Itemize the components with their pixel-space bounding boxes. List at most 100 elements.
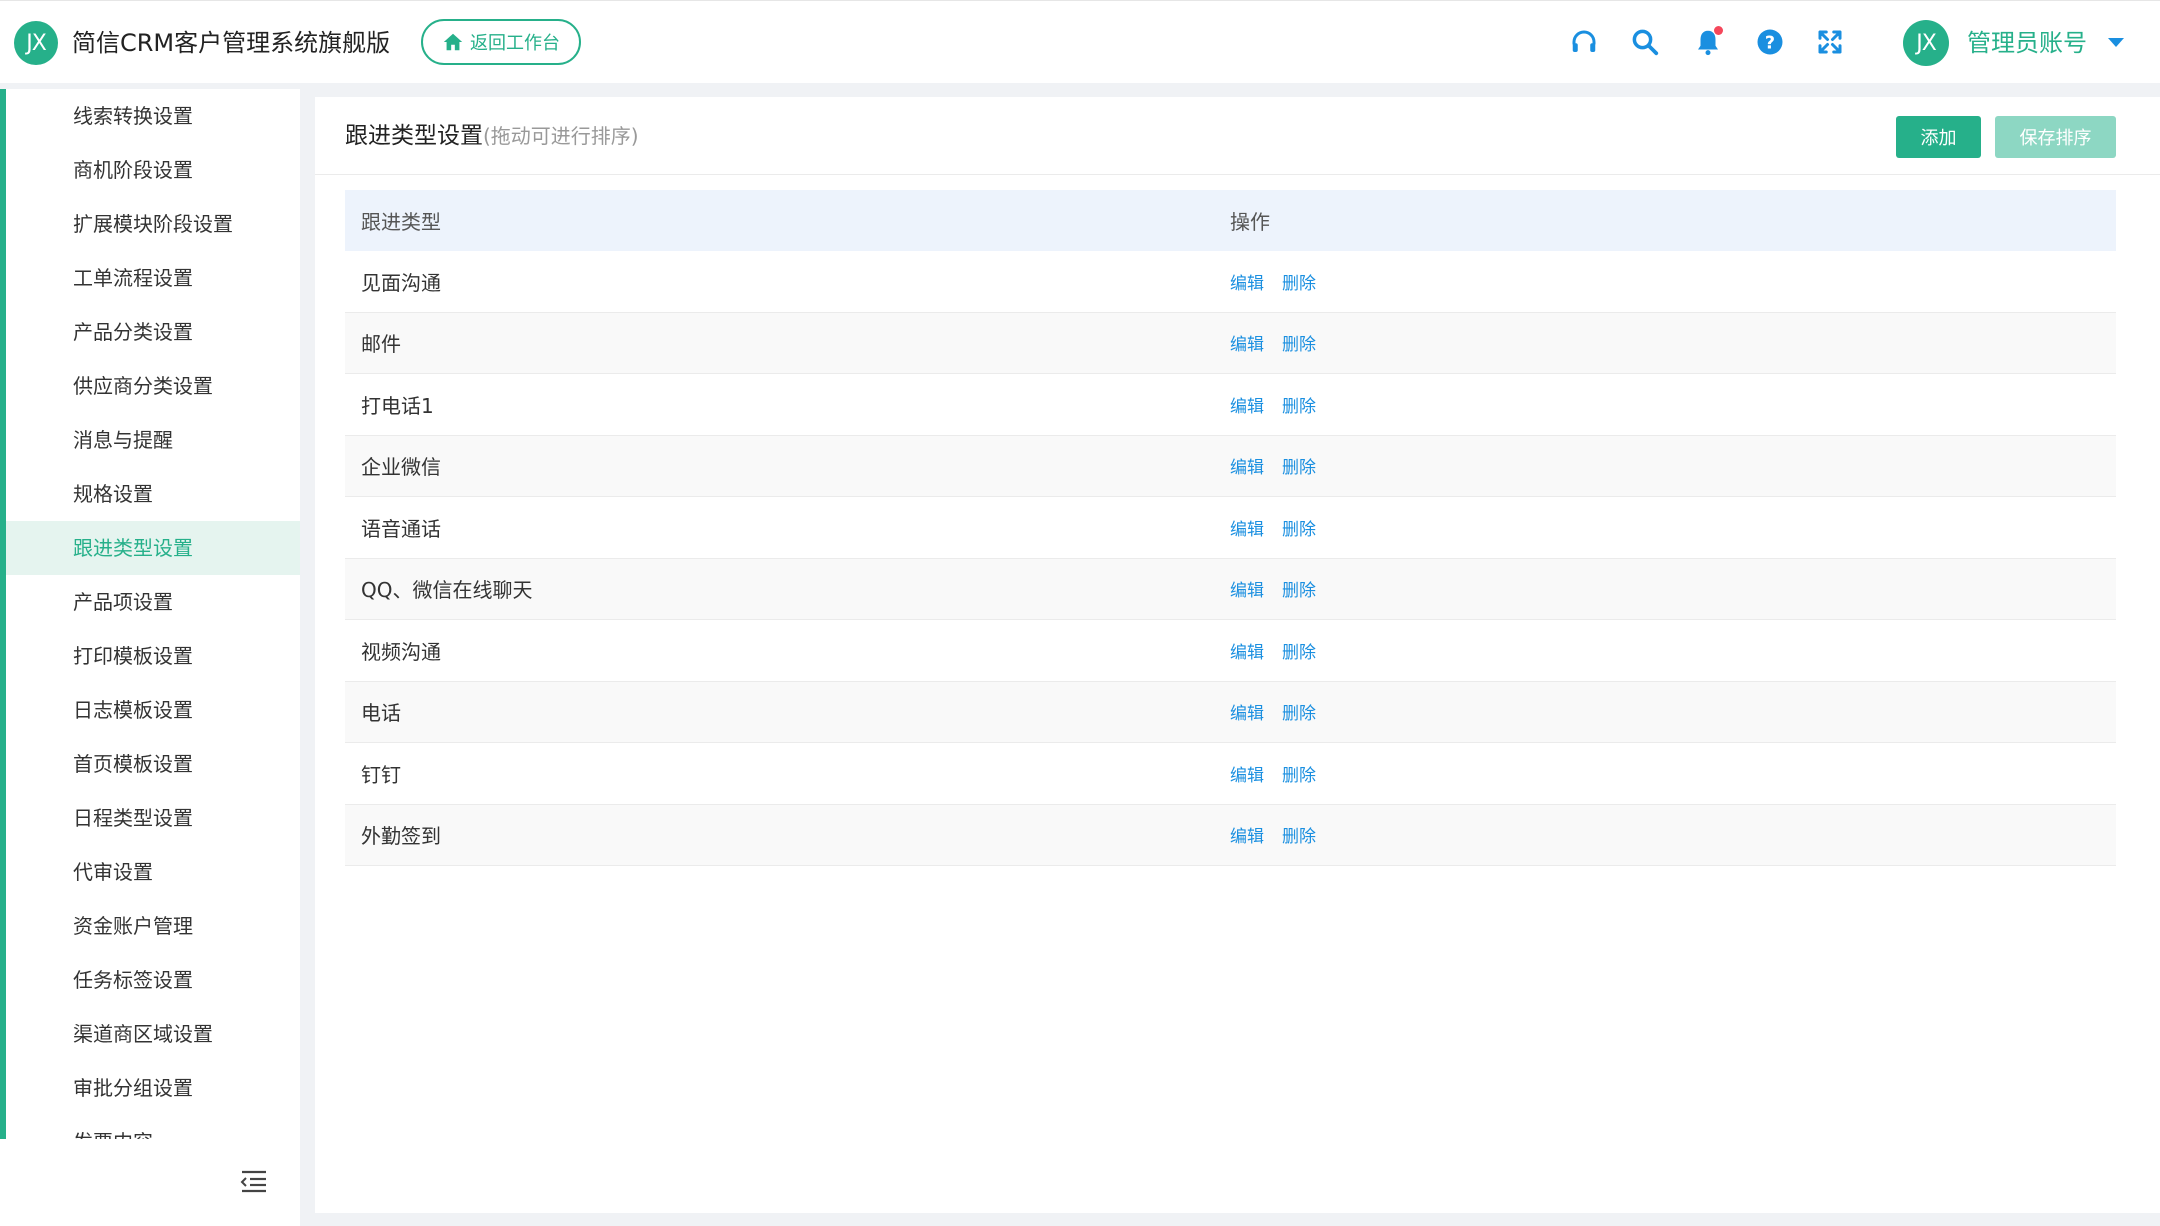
edit-link[interactable]: 编辑	[1230, 392, 1264, 417]
sidebar-item-home-template[interactable]: 首页模板设置	[6, 737, 300, 791]
delete-link[interactable]: 删除	[1282, 392, 1316, 417]
svg-text:?: ?	[1765, 33, 1775, 53]
back-to-workbench-button[interactable]: 返回工作台	[421, 19, 581, 65]
row-actions: 编辑 删除	[1230, 761, 2116, 786]
sidebar-item-task-tags[interactable]: 任务标签设置	[6, 953, 300, 1007]
followup-type-name: 语音通话	[361, 516, 441, 541]
row-actions: 编辑 删除	[1230, 822, 2116, 847]
delete-link[interactable]: 删除	[1282, 269, 1316, 294]
sidebar-item-messages-reminders[interactable]: 消息与提醒	[6, 413, 300, 467]
column-header-actions: 操作	[1230, 210, 1270, 234]
settings-sidebar: 线索转换设置 商机阶段设置 扩展模块阶段设置 工单流程设置 产品分类设置 供应商…	[0, 89, 300, 1226]
search-icon[interactable]	[1628, 25, 1662, 59]
edit-link[interactable]: 编辑	[1230, 761, 1264, 786]
table-header: 跟进类型 操作	[345, 190, 2116, 251]
sidebar-item-proxy-review[interactable]: 代审设置	[6, 845, 300, 899]
edit-link[interactable]: 编辑	[1230, 638, 1264, 663]
sidebar-item-log-template[interactable]: 日志模板设置	[6, 683, 300, 737]
sidebar-item-opportunity-stage[interactable]: 商机阶段设置	[6, 143, 300, 197]
sidebar-item-lead-conversion[interactable]: 线索转换设置	[6, 89, 300, 143]
edit-link[interactable]: 编辑	[1230, 453, 1264, 478]
table-row[interactable]: 邮件 编辑 删除	[345, 312, 2116, 374]
back-to-workbench-label: 返回工作台	[470, 33, 560, 54]
panel-header: 跟进类型设置(拖动可进行排序) 添加 保存排序	[315, 97, 2160, 175]
table-body: 见面沟通 编辑 删除 邮件 编辑 删除 打电话1 编辑 删除 企业微信 编辑 删除 语音通话 编辑 删除 QQ…	[345, 251, 2116, 866]
page-title-text: 跟进类型设置	[345, 123, 483, 149]
followup-type-name: 邮件	[361, 332, 401, 357]
user-name[interactable]: 管理员账号	[1967, 23, 2087, 63]
headset-icon[interactable]	[1567, 25, 1601, 59]
sidebar-item-followup-type[interactable]: 跟进类型设置	[6, 521, 300, 575]
collapse-menu-icon[interactable]	[239, 1169, 269, 1193]
followup-type-name: 电话	[361, 701, 401, 726]
edit-link[interactable]: 编辑	[1230, 576, 1264, 601]
sidebar-item-channel-region[interactable]: 渠道商区域设置	[6, 1007, 300, 1061]
row-actions: 编辑 删除	[1230, 269, 2116, 294]
delete-link[interactable]: 删除	[1282, 330, 1316, 355]
help-icon[interactable]: ?	[1753, 25, 1787, 59]
row-actions: 编辑 删除	[1230, 576, 2116, 601]
app-title: 简信CRM客户管理系统旗舰版	[72, 29, 391, 57]
app-logo: JX	[14, 21, 58, 65]
notification-dot	[1714, 26, 1723, 35]
sidebar-item-invoice-content[interactable]: 发票内容	[6, 1115, 300, 1139]
table-row[interactable]: 打电话1 编辑 删除	[345, 374, 2116, 436]
followup-type-table: 跟进类型 操作 见面沟通 编辑 删除 邮件 编辑 删除 打电话1 编辑 删除 企业微信 编辑 删除 语音…	[345, 190, 2116, 866]
table-row[interactable]: 企业微信 编辑 删除	[345, 435, 2116, 497]
fullscreen-icon[interactable]	[1813, 25, 1847, 59]
home-icon	[443, 33, 463, 51]
edit-link[interactable]: 编辑	[1230, 699, 1264, 724]
row-actions: 编辑 删除	[1230, 638, 2116, 663]
save-sort-button[interactable]: 保存排序	[1995, 116, 2116, 158]
sidebar-item-ticket-flow[interactable]: 工单流程设置	[6, 251, 300, 305]
sidebar-item-product-category[interactable]: 产品分类设置	[6, 305, 300, 359]
row-actions: 编辑 删除	[1230, 515, 2116, 540]
delete-link[interactable]: 删除	[1282, 761, 1316, 786]
delete-link[interactable]: 删除	[1282, 638, 1316, 663]
followup-type-name: 见面沟通	[361, 270, 441, 295]
row-actions: 编辑 删除	[1230, 699, 2116, 724]
table-row[interactable]: 见面沟通 编辑 删除	[345, 251, 2116, 313]
delete-link[interactable]: 删除	[1282, 576, 1316, 601]
sidebar-item-print-template[interactable]: 打印模板设置	[6, 629, 300, 683]
top-header: JX 简信CRM客户管理系统旗舰版 返回工作台 ? JX 管理员账号	[0, 0, 2160, 83]
table-row[interactable]: 视频沟通 编辑 删除	[345, 620, 2116, 682]
followup-type-name: 钉钉	[361, 762, 401, 787]
table-row[interactable]: 语音通话 编辑 删除	[345, 497, 2116, 559]
sidebar-item-schedule-type[interactable]: 日程类型设置	[6, 791, 300, 845]
bell-icon[interactable]	[1691, 25, 1725, 59]
sort-hint: (拖动可进行排序)	[483, 124, 639, 148]
sidebar-item-specs[interactable]: 规格设置	[6, 467, 300, 521]
sidebar-item-product-items[interactable]: 产品项设置	[6, 575, 300, 629]
followup-type-name: 外勤签到	[361, 824, 441, 849]
table-row[interactable]: 钉钉 编辑 删除	[345, 743, 2116, 805]
delete-link[interactable]: 删除	[1282, 699, 1316, 724]
table-row[interactable]: QQ、微信在线聊天 编辑 删除	[345, 558, 2116, 620]
edit-link[interactable]: 编辑	[1230, 269, 1264, 294]
sidebar-item-fund-accounts[interactable]: 资金账户管理	[6, 899, 300, 953]
followup-type-name: 企业微信	[361, 455, 441, 480]
table-row[interactable]: 电话 编辑 删除	[345, 681, 2116, 743]
row-actions: 编辑 删除	[1230, 330, 2116, 355]
chevron-down-icon[interactable]	[2108, 38, 2124, 47]
sidebar-item-supplier-category[interactable]: 供应商分类设置	[6, 359, 300, 413]
add-button[interactable]: 添加	[1896, 116, 1981, 158]
sidebar-item-extension-stage[interactable]: 扩展模块阶段设置	[6, 197, 300, 251]
followup-type-name: 打电话1	[361, 393, 434, 418]
row-actions: 编辑 删除	[1230, 392, 2116, 417]
followup-type-name: 视频沟通	[361, 639, 441, 664]
followup-type-name: QQ、微信在线聊天	[361, 578, 533, 603]
edit-link[interactable]: 编辑	[1230, 330, 1264, 355]
column-header-type: 跟进类型	[361, 210, 441, 234]
user-avatar[interactable]: JX	[1903, 20, 1949, 66]
delete-link[interactable]: 删除	[1282, 822, 1316, 847]
sidebar-item-approval-group[interactable]: 审批分组设置	[6, 1061, 300, 1115]
edit-link[interactable]: 编辑	[1230, 515, 1264, 540]
delete-link[interactable]: 删除	[1282, 453, 1316, 478]
row-actions: 编辑 删除	[1230, 453, 2116, 478]
delete-link[interactable]: 删除	[1282, 515, 1316, 540]
table-row[interactable]: 外勤签到 编辑 删除	[345, 804, 2116, 866]
main-panel: 跟进类型设置(拖动可进行排序) 添加 保存排序 跟进类型 操作 见面沟通 编辑 删除…	[315, 97, 2160, 1213]
edit-link[interactable]: 编辑	[1230, 822, 1264, 847]
page-title: 跟进类型设置(拖动可进行排序)	[345, 117, 639, 155]
